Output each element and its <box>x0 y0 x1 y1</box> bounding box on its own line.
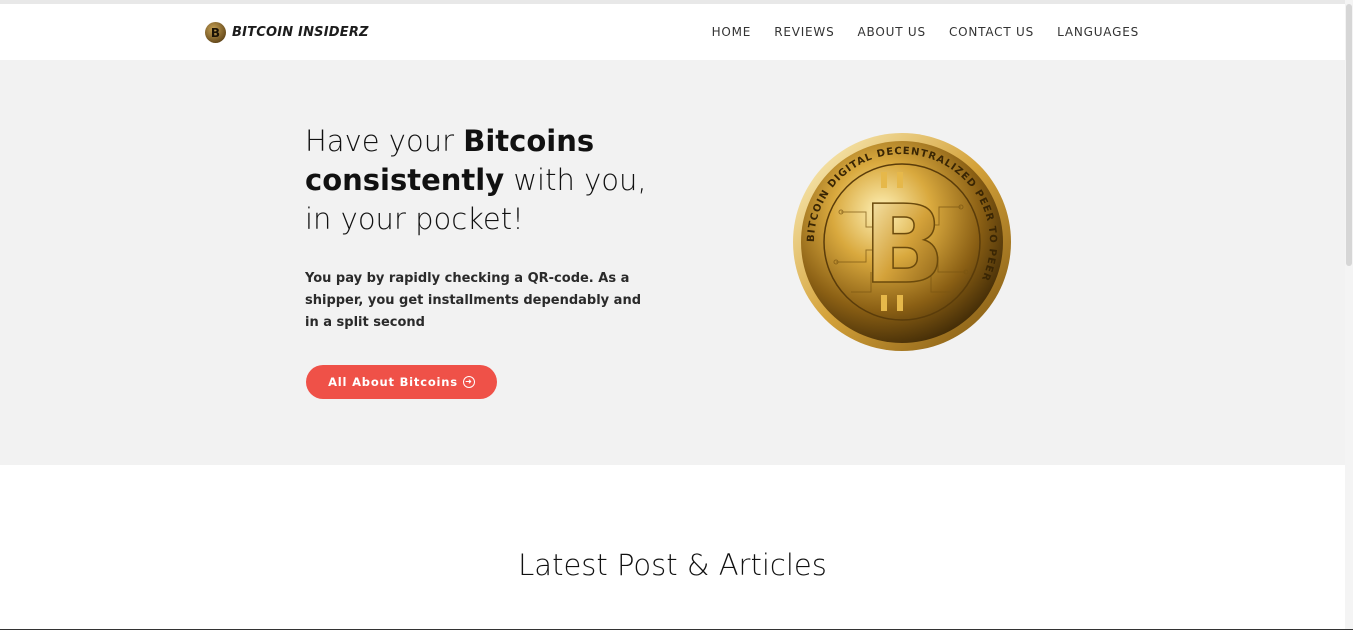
latest-posts-title: Latest Post & Articles <box>518 548 827 582</box>
nav-contact-us[interactable]: CONTACT US <box>949 25 1034 39</box>
bitcoin-logo-icon: B <box>205 22 226 43</box>
hero-description: You pay by rapidly checking a QR-code. A… <box>305 271 642 330</box>
scrollbar[interactable] <box>1345 0 1353 630</box>
nav-reviews[interactable]: REVIEWS <box>774 25 834 39</box>
bitcoin-coin-image: BITCOIN DIGITAL DECENTRALIZED PEER TO PE… <box>793 133 1011 351</box>
logo-text: BITCOIN INSIDERZ <box>232 25 369 40</box>
hero-title-part1: Have your <box>305 124 464 158</box>
hero-title-bold1: Bitcoins <box>463 124 595 158</box>
hero-section: Have your Bitcoins consistently with you,… <box>0 60 1345 465</box>
nav-home[interactable]: HOME <box>712 25 752 39</box>
site-logo[interactable]: B BITCOIN INSIDERZ <box>205 22 369 43</box>
site-header: B BITCOIN INSIDERZ HOME REVIEWS ABOUT US… <box>0 4 1345 60</box>
nav-languages[interactable]: LANGUAGES <box>1057 25 1139 39</box>
main-nav: HOME REVIEWS ABOUT US CONTACT US LANGUAG… <box>712 25 1139 39</box>
all-about-bitcoins-button[interactable]: All About Bitcoins ➜ <box>306 365 497 399</box>
cta-label: All About Bitcoins <box>328 375 458 389</box>
coin-symbol: B <box>863 183 945 308</box>
hero-title: Have your Bitcoins consistently with you,… <box>305 122 665 239</box>
hero-title-part2: with you, <box>504 163 647 197</box>
hero-title-part3: in your pocket! <box>305 202 524 236</box>
nav-about-us[interactable]: ABOUT US <box>858 25 926 39</box>
hero-title-bold2: consistently <box>305 163 505 197</box>
arrow-circle-right-icon: ➜ <box>462 376 475 388</box>
scrollbar-thumb[interactable] <box>1346 4 1352 266</box>
